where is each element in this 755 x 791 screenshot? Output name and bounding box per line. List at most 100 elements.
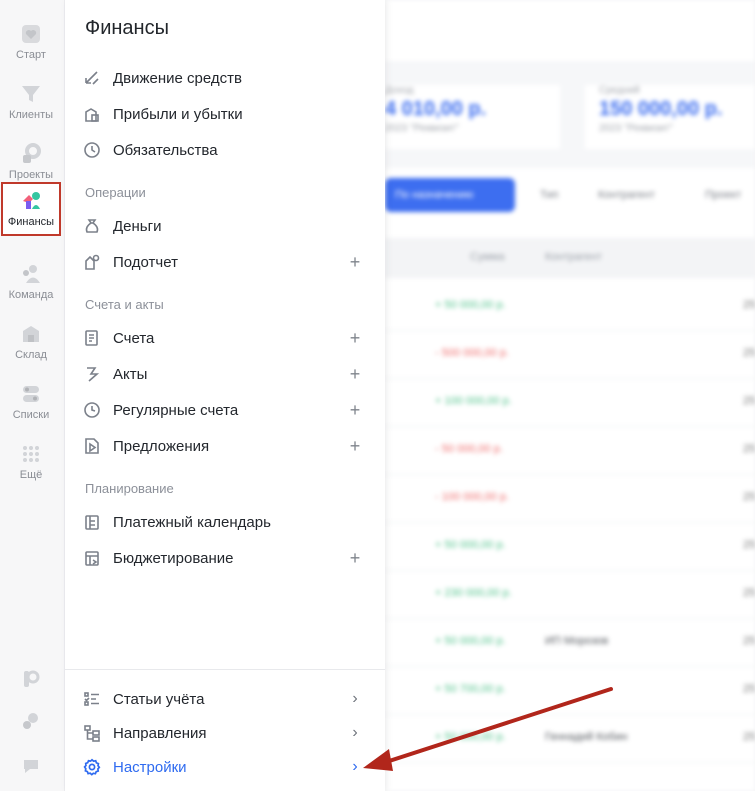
add-invoice-button[interactable]: + [345,327,365,349]
rail-label: Склад [15,349,47,361]
row-extra: 25 [743,539,755,551]
menu-item-budgeting[interactable]: Бюджетирование + [65,541,385,575]
rail-item-lists[interactable]: Списки [0,374,62,430]
add-proposal-button[interactable]: + [345,435,365,457]
summary-card: Доход 4 010,00 р. 2023 "Реквизит" [385,85,560,149]
menu-item-label: Настройки [113,759,187,776]
add-budget-button[interactable]: + [345,547,365,569]
invoice-icon [83,329,101,347]
table-row[interactable]: + 230 000,00 р. 25 [385,570,755,619]
menu-item-invoices[interactable]: Счета + [65,321,385,355]
menu-item-label: Акты [113,366,148,383]
table-row[interactable]: + 50 000,00 р. Геннадий Кобин 25 [385,714,755,763]
panel-title: Финансы [85,17,169,39]
column-header[interactable]: Сумма [470,251,505,263]
table-row[interactable]: + 100 000,00 р. 25 [385,378,755,427]
menu-item-money[interactable]: Деньги [65,209,385,243]
rail-item-warehouse[interactable]: Склад [0,314,62,370]
row-amount: + 230 000,00 р. [435,587,512,599]
menu-item-label: Статьи учёта [113,691,205,708]
table-row[interactable]: - 100 000,00 р. 25 [385,474,755,523]
row-extra: 25 [743,731,755,743]
add-recurring-invoice-button[interactable]: + [345,399,365,421]
menu-item-acts[interactable]: Акты + [65,357,385,391]
menu-item-label: Предложения [113,438,210,455]
rail-settings-button[interactable] [0,706,62,736]
column-header[interactable]: Контрагент [545,251,602,263]
filter-chip[interactable]: Проект [705,182,741,208]
gear-icon [83,758,101,776]
filter-chip[interactable]: Контрагент [598,182,655,208]
rail-item-start[interactable]: Старт [0,14,62,70]
rail-item-clients[interactable]: Клиенты [0,74,62,130]
brand-logo-button[interactable] [0,664,62,694]
heart-icon [20,23,42,45]
menu-item-label: Прибыли и убытки [113,106,243,123]
card-sub: 2023 "Реквизит" [599,123,673,134]
row-amount: + 50 700,00 р. [435,683,506,695]
footer-divider [65,669,385,670]
menu-item-accountable[interactable]: Подотчет + [65,245,385,279]
card-title: Средний [599,85,640,96]
menu-item-obligations[interactable]: Обязательства [65,133,385,167]
table-row[interactable]: + 50 000,00 р. ИП Морозов 25 [385,618,755,667]
menu-item-cash-flow[interactable]: Движение средств [65,61,385,95]
finance-menu-panel: Финансы Движение средств Прибыли и убытк… [65,0,385,791]
menu-item-label: Направления [113,725,207,742]
menu-item-payment-calendar[interactable]: Платежный календарь [65,505,385,539]
transfer-arrows-icon [83,69,101,87]
card-value: 4 010,00 р. [385,98,487,120]
menu-item-proposals[interactable]: Предложения + [65,429,385,463]
team-icon [20,263,42,285]
rail-item-finance[interactable]: Финансы [1,182,61,236]
rail-item-team[interactable]: Команда [0,254,62,310]
list-check-icon [83,690,101,708]
rail-chat-button[interactable] [0,751,62,781]
card-value: 150 000,00 р. [599,98,723,120]
budget-icon [83,549,101,567]
lists-icon [20,383,42,405]
row-amount: - 500 000,00 р. [435,347,510,359]
row-amount: + 100 000,00 р. [435,395,512,407]
row-extra: 25 [743,395,755,407]
menu-item-label: Платежный календарь [113,514,271,531]
card-title: Доход [385,85,414,96]
menu-item-label: Счета [113,330,155,347]
table-row[interactable]: - 500 000,00 р. 25 [385,330,755,379]
profit-loss-icon [83,105,101,123]
rail-item-more[interactable]: Ещё [0,434,62,490]
menu-item-recurring-invoices[interactable]: Регулярные счета + [65,393,385,427]
chevron-right-icon: › [352,690,358,707]
rail-label: Финансы [7,216,55,228]
rail-label: Ещё [19,469,43,481]
table-header: Сумма Контрагент [385,238,755,278]
menu-item-accounting-articles[interactable]: Статьи учёта › [65,682,385,716]
row-extra: 25 [743,587,755,599]
row-extra: 25 [743,347,755,359]
section-label-operations: Операции [85,185,146,200]
menu-item-profit-loss[interactable]: Прибыли и убытки [65,97,385,131]
add-accountable-button[interactable]: + [345,251,365,273]
money-bag-icon [83,217,101,235]
row-amount: + 50 000,00 р. [435,731,506,743]
proposal-icon [83,437,101,455]
finance-icon [20,190,42,212]
brand-logo-icon [24,670,40,687]
table-row[interactable]: - 50 000,00 р. 25 [385,426,755,475]
table-row[interactable]: + 50 000,00 р. 25 [385,522,755,571]
acts-icon [83,365,101,383]
menu-item-settings[interactable]: Настройки › [65,750,385,784]
section-label-planning: Планирование [85,481,174,496]
projects-icon [20,143,42,165]
filter-chip[interactable]: Тип [540,182,558,208]
menu-item-directions[interactable]: Направления › [65,716,385,750]
menu-item-label: Бюджетирование [113,550,234,567]
row-amount: + 50 000,00 р. [435,299,506,311]
menu-item-label: Обязательства [113,142,218,159]
add-act-button[interactable]: + [345,363,365,385]
table-row[interactable]: + 50 000,00 р. 25 [385,282,755,331]
table-row[interactable]: + 50 700,00 р. 25 [385,666,755,715]
row-extra: 25 [743,683,755,695]
filter-button[interactable]: По назначению [385,178,515,212]
calendar-icon [83,513,101,531]
